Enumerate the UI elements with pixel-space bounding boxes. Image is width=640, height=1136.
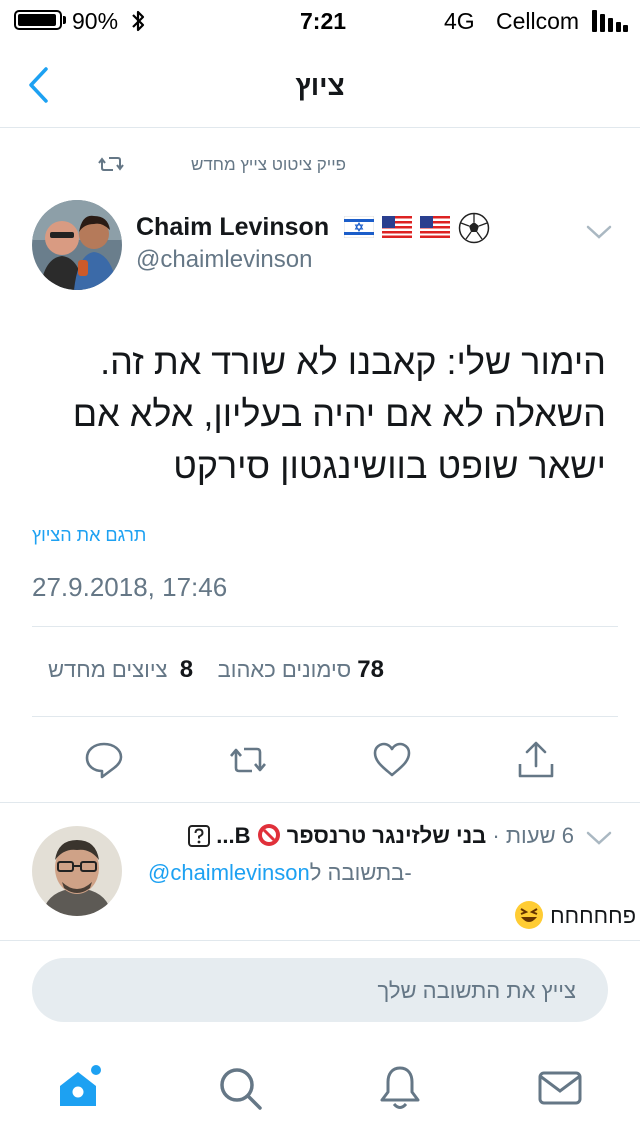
nav-divider <box>0 127 640 128</box>
battery-percent: 90% <box>72 8 119 34</box>
reply-icon[interactable] <box>84 740 124 780</box>
reply-author-name[interactable]: בני שלזינגר טרנספר <box>287 823 487 848</box>
share-icon[interactable] <box>516 740 556 780</box>
stats-divider-top <box>32 626 618 627</box>
reply-header: 6 שעות · בני שלזינגר טרנספר B... <box>148 823 574 849</box>
in-reply-to-handle[interactable]: @chaimlevinson <box>148 860 310 885</box>
reply-author-suffix: B... <box>216 823 251 848</box>
retweets-count: 8 <box>179 656 194 683</box>
us-flag-icon <box>420 216 450 238</box>
notifications-icon[interactable] <box>376 1064 424 1112</box>
reply-author-avatar[interactable] <box>32 826 122 916</box>
status-bar: 90% 7:21 4G Cellcom <box>0 0 640 40</box>
retweets-label: ציוצים מחדש <box>47 657 168 682</box>
tweet-text: הימור שלי: קאבנו לא שורד את זה. השאלה לא… <box>26 336 606 492</box>
retweets-stat[interactable]: 8 ציוצים מחדש <box>47 656 194 683</box>
question-box-emoji-icon <box>188 825 211 847</box>
in-reply-to: @chaimlevinsonבתשובה ל- <box>148 860 412 886</box>
carrier-name: Cellcom <box>496 8 580 34</box>
soccer-ball-icon <box>458 212 490 244</box>
author-handle[interactable]: @chaimlevinson <box>136 246 312 274</box>
translate-tweet-link[interactable]: תרגם את הציוץ <box>32 525 146 546</box>
stats-divider-bottom <box>32 716 618 717</box>
home-icon[interactable] <box>54 1064 102 1112</box>
tweet-text-line: השאלה לא אם יהיה בעליון, אלא אם <box>72 393 606 434</box>
reply-text-row: פחחחחח <box>470 900 636 930</box>
battery-icon <box>14 10 62 30</box>
tweet-text-line: הימור שלי: קאבנו לא שורד את זה. <box>100 341 606 382</box>
retweet-context-icon <box>98 157 124 171</box>
likes-count: 78 <box>357 656 384 683</box>
tweet-text-line: ישאר שופט בוושינגטון סירקט <box>173 445 606 486</box>
author-avatar[interactable] <box>32 200 122 290</box>
reply-text: פחחחחח <box>550 903 636 928</box>
tweet-divider <box>0 802 640 803</box>
retweet-context[interactable]: פייק ציטוט צייץ מחדש <box>191 155 346 175</box>
tweet-timestamp: 27.9.2018, 17:46 <box>32 572 228 602</box>
like-icon[interactable] <box>372 740 412 780</box>
likes-stat[interactable]: 78 סימונים כאהוב <box>217 656 384 683</box>
reply-compose-placeholder: צייץ את התשובה שלך <box>377 978 576 1003</box>
reply-time: 6 שעות <box>505 823 574 848</box>
battery-tip <box>63 16 66 24</box>
network-type: 4G <box>444 8 475 34</box>
messages-icon[interactable] <box>536 1064 584 1112</box>
retweet-icon[interactable] <box>228 740 268 780</box>
bluetooth-icon <box>132 10 145 32</box>
tweet-stats: 78 סימונים כאהוב 8 ציוצים מחדש <box>32 656 384 688</box>
us-flag-icon <box>382 216 412 238</box>
israel-flag-icon <box>344 216 374 238</box>
tweet-menu-chevron-icon[interactable] <box>586 224 612 240</box>
page-title: ציוץ <box>295 70 345 101</box>
search-icon[interactable] <box>216 1064 264 1112</box>
signal-strength-icon <box>592 10 628 32</box>
clock: 7:21 <box>300 8 347 34</box>
reply-menu-chevron-icon[interactable] <box>586 830 612 846</box>
laughing-emoji-icon <box>515 901 544 929</box>
in-reply-to-prefix: בתשובה ל- <box>309 860 412 885</box>
likes-label: סימונים כאהוב <box>217 657 352 682</box>
author-name[interactable]: Chaim Levinson <box>136 213 329 242</box>
reply-divider <box>0 940 640 941</box>
no-entry-emoji-icon <box>257 824 280 846</box>
